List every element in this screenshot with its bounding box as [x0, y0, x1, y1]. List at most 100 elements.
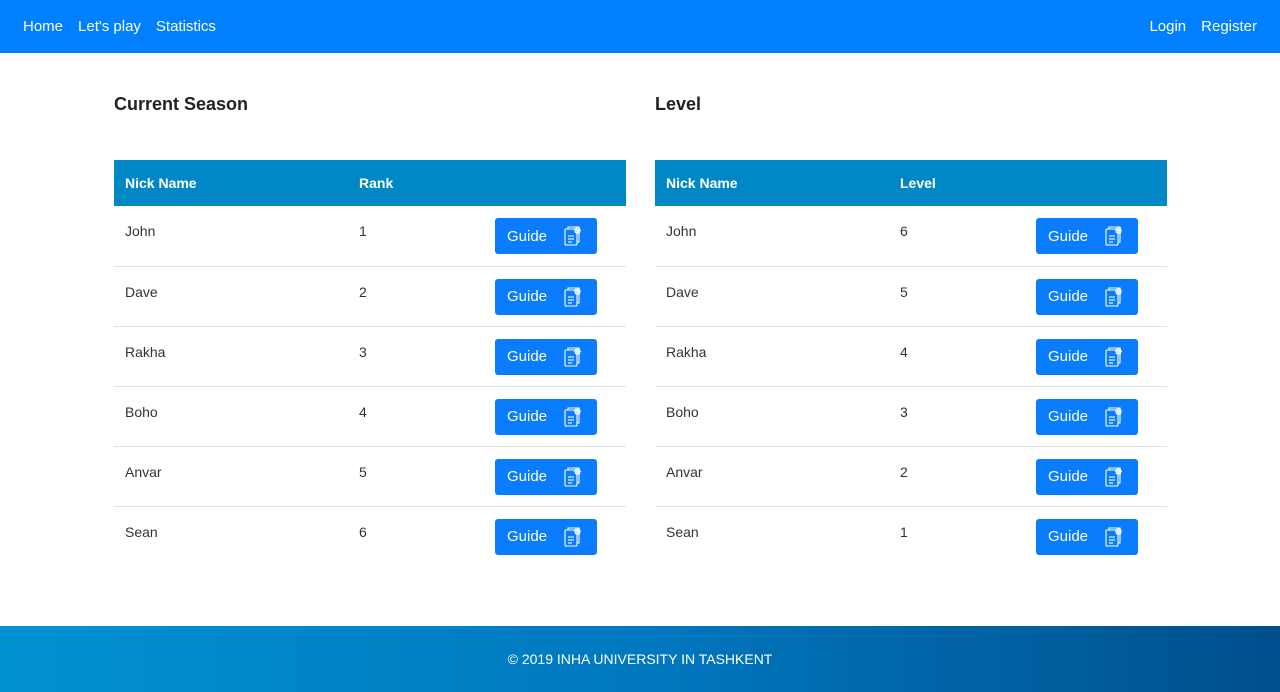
rank-cell: 5	[359, 463, 367, 480]
nick-name-cell: Boho	[666, 403, 699, 420]
book-gear-icon	[561, 405, 585, 429]
guide-button-label: Guide	[1047, 468, 1089, 485]
table-row: Rakha 4 Guide	[655, 326, 1167, 386]
page-footer: © 2019 INHA UNIVERSITY IN TASHKENT	[0, 626, 1280, 692]
action-cell: Guide	[1019, 326, 1167, 386]
level-cell: 1	[900, 523, 908, 540]
book-gear-icon	[1102, 405, 1126, 429]
action-cell: Guide	[478, 266, 626, 326]
nav-lets-play-link[interactable]: Let's play	[78, 18, 141, 35]
action-cell: Guide	[478, 206, 626, 266]
rank-cell: 3	[359, 343, 367, 360]
level-header: Level	[900, 175, 936, 191]
nick-name-cell: Rakha	[125, 343, 166, 360]
current-season-rows: John 1 Guide Dave 2 Guide Rakha 3 Guide Boho 4 Guid…	[114, 206, 626, 566]
current-season-section: Current Season Nick Name Rank John 1 Guide…	[114, 92, 626, 566]
nick-name-header: Nick Name	[666, 175, 738, 191]
nick-name-cell: Boho	[125, 403, 158, 420]
guide-button-label: Guide	[506, 288, 548, 305]
level-cell: 2	[900, 463, 908, 480]
guide-button[interactable]: Guide	[1036, 218, 1138, 254]
guide-button[interactable]: Guide	[1036, 458, 1138, 495]
nick-name-cell: Anvar	[666, 463, 703, 480]
table-row: John 6 Guide	[655, 206, 1167, 266]
level-section: Level Nick Name Level John 6 Guide Dave 5 Gui…	[655, 92, 1167, 566]
table-row: Anvar 2 Guide	[655, 446, 1167, 506]
action-cell: Guide	[478, 446, 626, 506]
rank-cell: 1	[359, 223, 367, 239]
action-header	[1019, 160, 1167, 206]
action-cell: Guide	[1019, 386, 1167, 446]
action-cell: Guide	[1019, 446, 1167, 506]
table-row: John 1 Guide	[114, 206, 626, 266]
top-navbar: Home Let's play Statistics Login Registe…	[0, 0, 1280, 53]
rank-cell: 4	[359, 403, 367, 420]
table-row: Boho 4 Guide	[114, 386, 626, 446]
book-gear-icon	[1102, 345, 1126, 369]
guide-button-label: Guide	[1047, 408, 1089, 425]
guide-button-label: Guide	[506, 348, 548, 365]
nav-register-link[interactable]: Register	[1201, 18, 1257, 35]
table-row: Rakha 3 Guide	[114, 326, 626, 386]
table-header-row: Nick Name Rank	[114, 160, 626, 206]
guide-button-label: Guide	[1047, 348, 1089, 365]
guide-button[interactable]: Guide	[495, 278, 597, 315]
guide-button[interactable]: Guide	[1036, 398, 1138, 435]
rank-cell: 6	[359, 523, 367, 540]
guide-button[interactable]: Guide	[1036, 338, 1138, 375]
book-gear-icon	[561, 224, 585, 248]
guide-button-label: Guide	[1047, 288, 1089, 305]
nick-name-cell: Rakha	[666, 343, 707, 360]
action-cell: Guide	[1019, 206, 1167, 266]
guide-button-label: Guide	[506, 528, 548, 545]
level-cell: 5	[900, 283, 908, 300]
nav-left: Home Let's play Statistics	[23, 18, 231, 35]
action-cell: Guide	[1019, 266, 1167, 326]
table-row: Dave 5 Guide	[655, 266, 1167, 326]
nav-login-link[interactable]: Login	[1149, 18, 1186, 35]
guide-button-label: Guide	[1047, 227, 1089, 245]
level-rows: John 6 Guide Dave 5 Guide Rakha 4 Guide Boho 3 Guid…	[655, 206, 1167, 566]
nick-name-header: Nick Name	[125, 175, 197, 191]
guide-button-label: Guide	[506, 227, 548, 245]
book-gear-icon	[561, 525, 585, 549]
table-row: Sean 1 Guide	[655, 506, 1167, 566]
guide-button[interactable]: Guide	[495, 338, 597, 375]
book-gear-icon	[1102, 224, 1126, 248]
nick-name-cell: Sean	[666, 523, 699, 540]
level-cell: 6	[900, 223, 908, 239]
current-season-table: Nick Name Rank John 1 Guide Dave 2 Guide Rakha…	[114, 160, 626, 566]
nav-home-link[interactable]: Home	[23, 18, 63, 35]
current-season-title: Current Season	[114, 94, 249, 114]
guide-button[interactable]: Guide	[495, 458, 597, 495]
footer-copyright: © 2019 INHA UNIVERSITY IN TASHKENT	[507, 651, 773, 667]
guide-button-label: Guide	[506, 408, 548, 425]
guide-button[interactable]: Guide	[495, 518, 597, 555]
table-row: Boho 3 Guide	[655, 386, 1167, 446]
book-gear-icon	[561, 285, 585, 309]
nick-name-cell: Dave	[125, 283, 158, 300]
book-gear-icon	[1102, 525, 1126, 549]
level-title: Level	[655, 94, 702, 114]
nick-name-cell: Dave	[666, 283, 699, 300]
nick-name-cell: John	[125, 223, 156, 239]
action-cell: Guide	[478, 386, 626, 446]
rank-header: Rank	[359, 175, 394, 191]
action-cell: Guide	[478, 506, 626, 566]
guide-button[interactable]: Guide	[1036, 278, 1138, 315]
level-cell: 3	[900, 403, 908, 420]
nav-statistics-link[interactable]: Statistics	[156, 18, 216, 35]
level-cell: 4	[900, 343, 908, 360]
nick-name-cell: Anvar	[125, 463, 162, 480]
action-cell: Guide	[478, 326, 626, 386]
action-header	[478, 160, 626, 206]
table-row: Anvar 5 Guide	[114, 446, 626, 506]
guide-button[interactable]: Guide	[495, 398, 597, 435]
rank-cell: 2	[359, 283, 367, 300]
table-header-row: Nick Name Level	[655, 160, 1167, 206]
guide-button-label: Guide	[506, 468, 548, 485]
guide-button[interactable]: Guide	[495, 218, 597, 254]
book-gear-icon	[561, 465, 585, 489]
guide-button[interactable]: Guide	[1036, 518, 1138, 555]
book-gear-icon	[1102, 465, 1126, 489]
